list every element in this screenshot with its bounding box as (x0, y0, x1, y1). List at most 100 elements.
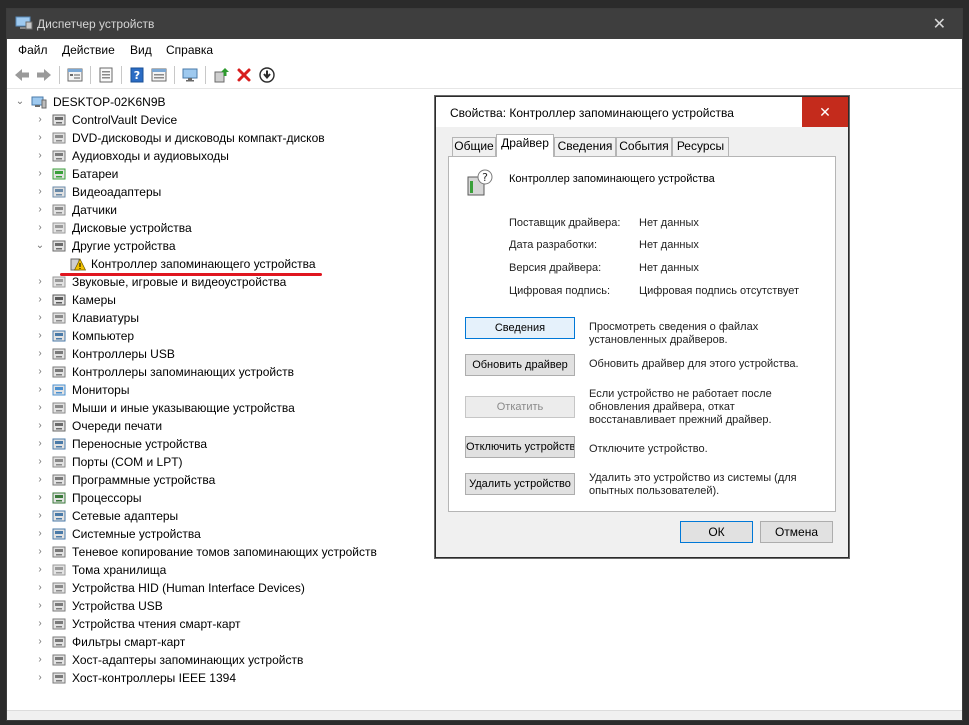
hid-icon (51, 581, 67, 595)
cancel-button[interactable]: Отмена (760, 521, 833, 543)
tree-category[interactable]: › Программные устройства (7, 471, 427, 489)
expand-chevron-icon[interactable]: › (35, 633, 45, 651)
menu-view[interactable]: Вид (130, 43, 152, 57)
expand-chevron-icon[interactable]: › (35, 129, 45, 147)
expand-chevron-icon[interactable]: › (35, 345, 45, 363)
title-bar[interactable]: Диспетчер устройств ✕ (7, 9, 962, 39)
window-close-icon[interactable]: ✕ (933, 14, 946, 34)
expand-chevron-icon[interactable]: › (35, 309, 45, 327)
expand-chevron-icon[interactable]: › (35, 273, 45, 291)
tree-category[interactable]: ⌄ Другие устройства (7, 237, 427, 255)
tree-category[interactable]: › Дисковые устройства (7, 219, 427, 237)
tab-events[interactable]: События (616, 137, 672, 156)
download-icon[interactable] (258, 66, 276, 84)
tree-category[interactable]: › Фильтры смарт-карт (7, 633, 427, 651)
tree-item-label: Порты (COM и LPT) (72, 455, 183, 469)
tab-driver[interactable]: Драйвер (496, 134, 554, 157)
tree-item-label: Программные устройства (72, 473, 216, 487)
expand-chevron-icon[interactable]: › (35, 399, 45, 417)
expand-chevron-icon[interactable]: › (35, 615, 45, 633)
update-driver-button[interactable]: Обновить драйвер (465, 354, 575, 376)
horizontal-scrollbar[interactable] (7, 710, 962, 720)
tree-category[interactable]: › Теневое копирование томов запоминающих … (7, 543, 427, 561)
tree-view-icon[interactable] (66, 66, 84, 84)
details-view-icon[interactable] (150, 66, 168, 84)
tree-device-item[interactable]: Контроллер запоминающего устройства (7, 255, 427, 273)
tree-category[interactable]: › Порты (COM и LPT) (7, 453, 427, 471)
menu-file[interactable]: Файл (18, 43, 48, 57)
expand-chevron-icon[interactable]: › (35, 669, 45, 687)
tree-category[interactable]: › Системные устройства (7, 525, 427, 543)
tree-category[interactable]: › Батареи (7, 165, 427, 183)
tree-category[interactable]: › Аудиовходы и аудиовыходы (7, 147, 427, 165)
expand-chevron-icon[interactable]: › (35, 111, 45, 129)
disable-device-button[interactable]: Отключить устройство (465, 436, 575, 458)
tree-category[interactable]: › DVD-дисководы и дисководы компакт-диско… (7, 129, 427, 147)
tree-category[interactable]: › Камеры (7, 291, 427, 309)
collapse-chevron-icon[interactable]: ⌄ (35, 237, 45, 255)
expand-chevron-icon[interactable]: › (35, 507, 45, 525)
tree-category[interactable]: › Контроллеры USB (7, 345, 427, 363)
expand-chevron-icon[interactable]: › (35, 219, 45, 237)
tree-category[interactable]: › Сетевые адаптеры (7, 507, 427, 525)
tab-details[interactable]: Сведения (554, 137, 616, 156)
expand-chevron-icon[interactable]: › (35, 579, 45, 597)
expand-chevron-icon[interactable]: › (35, 489, 45, 507)
dialog-title-bar[interactable]: Свойства: Контроллер запоминающего устро… (436, 97, 848, 127)
tree-category[interactable]: › Датчики (7, 201, 427, 219)
expand-chevron-icon[interactable]: › (35, 597, 45, 615)
dialog-close-button[interactable]: ✕ (802, 97, 848, 127)
tab-general[interactable]: Общие (452, 137, 496, 156)
expand-chevron-icon[interactable]: › (35, 543, 45, 561)
tree-category[interactable]: › ControlVault Device (7, 111, 427, 129)
expand-chevron-icon[interactable]: › (35, 183, 45, 201)
expand-chevron-icon[interactable]: › (35, 417, 45, 435)
update-driver-icon[interactable] (212, 66, 230, 84)
expand-chevron-icon[interactable]: › (35, 561, 45, 579)
back-icon[interactable] (13, 66, 31, 84)
ok-button[interactable]: ОК (680, 521, 753, 543)
print-queue-icon (51, 419, 67, 433)
expand-chevron-icon[interactable]: › (35, 327, 45, 345)
menu-help[interactable]: Справка (166, 43, 213, 57)
expand-chevron-icon[interactable]: › (35, 291, 45, 309)
tab-resources[interactable]: Ресурсы (672, 137, 729, 156)
tree-category[interactable]: › Устройства USB (7, 597, 427, 615)
tree-category[interactable]: › Мыши и иные указывающие устройства (7, 399, 427, 417)
tree-category[interactable]: › Хост-адаптеры запоминающих устройств (7, 651, 427, 669)
forward-icon[interactable] (35, 66, 53, 84)
properties-icon[interactable] (97, 66, 115, 84)
tree-category[interactable]: › Устройства чтения смарт-карт (7, 615, 427, 633)
rollback-driver-button[interactable]: Откатить (465, 396, 575, 418)
expand-chevron-icon[interactable]: › (35, 651, 45, 669)
tree-category[interactable]: › Компьютер (7, 327, 427, 345)
collapse-chevron-icon[interactable]: ⌄ (15, 93, 25, 111)
driver-details-button[interactable]: Сведения (465, 317, 575, 339)
expand-chevron-icon[interactable]: › (35, 165, 45, 183)
expand-chevron-icon[interactable]: › (35, 147, 45, 165)
expand-chevron-icon[interactable]: › (35, 471, 45, 489)
computer-icon (51, 329, 67, 343)
tree-root[interactable]: ⌄ DESKTOP-02K6N9B (7, 93, 427, 111)
expand-chevron-icon[interactable]: › (35, 201, 45, 219)
tree-category[interactable]: › Переносные устройства (7, 435, 427, 453)
monitor-icon[interactable] (181, 66, 199, 84)
help-icon[interactable]: ? (128, 66, 146, 84)
tree-category[interactable]: › Хост-контроллеры IEEE 1394 (7, 669, 427, 687)
uninstall-icon[interactable] (235, 66, 253, 84)
expand-chevron-icon[interactable]: › (35, 453, 45, 471)
uninstall-device-button[interactable]: Удалить устройство (465, 473, 575, 495)
expand-chevron-icon[interactable]: › (35, 435, 45, 453)
tree-category[interactable]: › Процессоры (7, 489, 427, 507)
tree-category[interactable]: › Контроллеры запоминающих устройств (7, 363, 427, 381)
tree-category[interactable]: › Тома хранилища (7, 561, 427, 579)
tree-category[interactable]: › Видеоадаптеры (7, 183, 427, 201)
expand-chevron-icon[interactable]: › (35, 363, 45, 381)
expand-chevron-icon[interactable]: › (35, 525, 45, 543)
tree-category[interactable]: › Мониторы (7, 381, 427, 399)
menu-action[interactable]: Действие (62, 43, 115, 57)
tree-category[interactable]: › Очереди печати (7, 417, 427, 435)
tree-category[interactable]: › Устройства HID (Human Interface Devices… (7, 579, 427, 597)
expand-chevron-icon[interactable]: › (35, 381, 45, 399)
tree-category[interactable]: › Клавиатуры (7, 309, 427, 327)
